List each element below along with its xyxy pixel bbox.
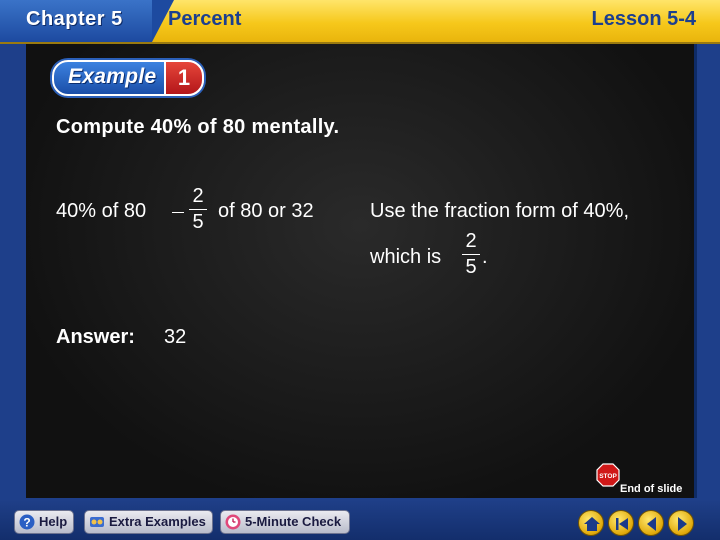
- question-icon: ?: [19, 514, 35, 530]
- extra-examples-label: Extra Examples: [109, 514, 206, 529]
- work-fraction-denominator: 5: [192, 211, 204, 233]
- help-button[interactable]: ? Help: [14, 510, 74, 534]
- problem-statement: Compute 40% of 80 mentally.: [56, 116, 340, 138]
- next-icon: [678, 517, 687, 531]
- first-slide-button[interactable]: [608, 510, 634, 536]
- previous-slide-button[interactable]: [638, 510, 664, 536]
- stop-sign-text: STOP: [599, 473, 617, 480]
- work-lhs: 40% of 80: [56, 200, 147, 222]
- chapter-tab: Chapter 5: [0, 0, 174, 42]
- explanation-fraction-denominator: 5: [465, 256, 477, 278]
- explanation-line-2: which is: [370, 246, 442, 268]
- examples-icon: [90, 517, 104, 527]
- stop-sign-icon: STOP: [596, 463, 620, 487]
- five-minute-check-label: 5-Minute Check: [245, 514, 342, 529]
- answer-value: 32: [164, 326, 187, 348]
- previous-icon: [647, 517, 656, 531]
- example-label: Example: [68, 65, 157, 88]
- next-slide-button[interactable]: [668, 510, 694, 536]
- explanation-fraction-bar: [462, 254, 480, 255]
- svg-text:?: ?: [23, 516, 30, 530]
- example-number: 1: [164, 60, 204, 96]
- work-rhs: of 80 or 32: [218, 200, 314, 222]
- extra-examples-button[interactable]: Extra Examples: [84, 510, 213, 534]
- work-fraction: 2 5: [188, 185, 208, 235]
- explanation-fraction: 2 5: [461, 230, 481, 280]
- end-of-slide-label: End of slide: [620, 483, 683, 495]
- equals-dash: [172, 212, 184, 213]
- work-fraction-bar: [189, 209, 207, 210]
- lesson-label: Lesson 5-4: [591, 8, 696, 30]
- help-label: Help: [39, 514, 68, 529]
- header-bar: Chapter 5 Percent Lesson 5-4: [0, 0, 720, 44]
- topic-label: Percent: [168, 8, 242, 30]
- five-minute-check-button[interactable]: 5-Minute Check: [220, 510, 350, 534]
- explanation-line-1: Use the fraction form of 40%,: [370, 200, 630, 222]
- example-badge: Example 1: [52, 60, 204, 96]
- explanation-period: .: [482, 246, 488, 268]
- explanation-fraction-numerator: 2: [465, 230, 477, 252]
- home-button[interactable]: [578, 510, 604, 536]
- clock-icon: [225, 514, 241, 530]
- home-icon: [584, 517, 600, 531]
- answer-label: Answer:: [56, 326, 135, 348]
- chapter-label: Chapter 5: [26, 8, 123, 30]
- work-fraction-numerator: 2: [192, 185, 204, 207]
- first-slide-icon: [616, 518, 628, 530]
- blackboard: [26, 44, 697, 498]
